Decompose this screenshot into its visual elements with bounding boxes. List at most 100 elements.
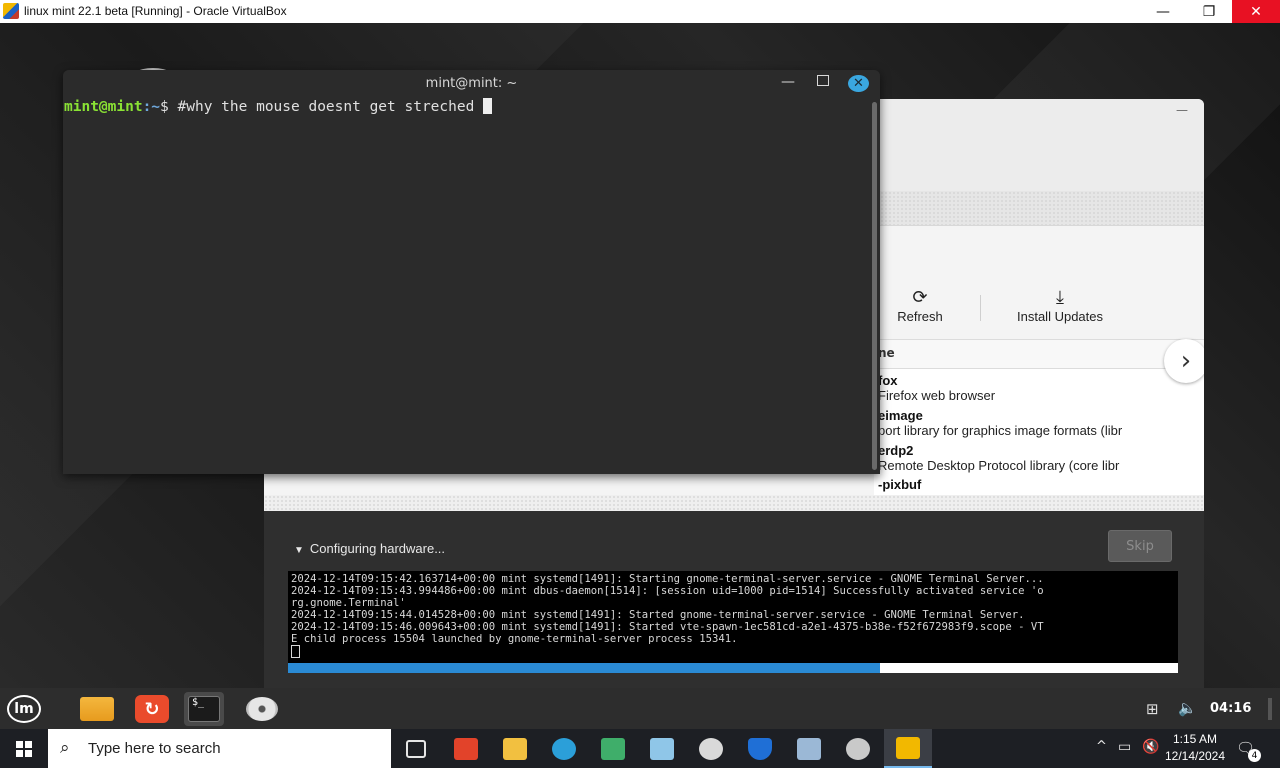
panel-edge	[1268, 698, 1272, 720]
taskbar-date: 12/14/2024	[1164, 749, 1226, 763]
search-icon: ⌕	[60, 738, 70, 758]
gitlab-icon	[454, 737, 478, 760]
terminal-cursor	[483, 98, 493, 114]
folder-icon	[80, 697, 114, 721]
terminal-title: mint@mint: ~	[425, 76, 518, 91]
virtualbox-icon	[3, 3, 19, 19]
terminal-launcher[interactable]: $_	[184, 692, 224, 726]
taskbar-app-paint[interactable]	[834, 729, 882, 768]
list-item[interactable]: eimage port library for graphics image f…	[878, 408, 1204, 438]
taskbar-app-remote-desktop[interactable]	[785, 729, 833, 768]
refresh-button[interactable]: ⟳ Refresh	[886, 287, 954, 324]
mint-menu-button[interactable]: lm	[4, 692, 44, 726]
taskbar-app-file-explorer[interactable]	[491, 729, 539, 768]
folder-icon	[503, 737, 527, 760]
prompt-colon-path: :~	[142, 99, 161, 115]
tray-chevron-up-icon[interactable]: ^	[1096, 739, 1107, 754]
windows-logo-icon	[16, 740, 32, 757]
package-description: Firefox web browser	[878, 388, 996, 403]
log-line: 2024-12-14T09:15:43.994486+00:00 mint db…	[291, 585, 1044, 597]
terminal-maximize-button[interactable]	[817, 75, 829, 86]
task-view-icon	[406, 739, 426, 758]
volume-icon[interactable]: 🔈	[1178, 699, 1197, 717]
guest-desktop: — ⟳ Refresh ⤓ Install Updates ne fox Fir…	[0, 23, 1280, 688]
network-icon[interactable]: ⊞	[1146, 700, 1159, 718]
next-arrow-button[interactable]: ›	[1164, 339, 1204, 383]
package-name: eimage	[878, 408, 923, 423]
chevron-right-icon: ›	[1180, 346, 1192, 376]
expander-triangle-icon: ▼	[294, 545, 304, 556]
ball-icon	[699, 737, 723, 760]
taskbar-app-ball[interactable]	[687, 729, 735, 768]
guest-clock[interactable]: 04:16	[1210, 701, 1251, 716]
taskbar-app-visual-studio[interactable]	[589, 729, 637, 768]
log-line: E child process 15504 launched by gnome-…	[291, 633, 738, 645]
package-name: fox	[878, 373, 898, 388]
virtualbox-icon	[896, 736, 920, 759]
list-item[interactable]: fox Firefox web browser	[878, 373, 1204, 403]
terminal-scroll-thumb[interactable]	[872, 102, 877, 470]
taskbar-app-gitlab[interactable]	[442, 729, 490, 768]
start-button[interactable]	[0, 729, 48, 768]
installer-progress-panel: ▼ Configuring hardware... Skip 2024-12-14…	[264, 511, 1204, 688]
terminal-body[interactable]: mint@mint:~$ #why the mouse doesnt get s…	[63, 98, 869, 474]
install-progress-bar	[288, 663, 1178, 673]
visual-studio-icon	[601, 737, 625, 760]
tray-network-icon[interactable]: ▭	[1118, 739, 1131, 755]
taskbar-search[interactable]: ⌕ Type here to search	[48, 729, 391, 768]
flameshot-icon: ↻	[135, 695, 169, 723]
install-updates-label: Install Updates	[1017, 309, 1103, 324]
terminal-scrollbar[interactable]	[869, 98, 880, 474]
host-minimize-button[interactable]: —	[1140, 0, 1186, 23]
prompt-user: mint@mint	[64, 99, 143, 115]
taskbar-app-notepad[interactable]	[638, 729, 686, 768]
terminal-close-button[interactable]: ✕	[848, 75, 869, 92]
search-placeholder: Type here to search	[88, 740, 221, 757]
log-line: 2024-12-14T09:15:44.014528+00:00 mint sy…	[291, 609, 1025, 621]
taskbar-app-edge[interactable]	[540, 729, 588, 768]
terminal-command-line[interactable]: mint@mint:~$ #why the mouse doesnt get s…	[64, 98, 493, 115]
mint-panel: lm ↻ $_ ⊞ 🔈 04:16	[0, 688, 1280, 729]
terminal-icon: $_	[188, 696, 220, 722]
files-launcher[interactable]	[77, 692, 117, 726]
disc-launcher[interactable]	[242, 692, 282, 726]
install-progress-fill	[288, 663, 880, 673]
update-manager-minimize-button[interactable]: —	[1176, 103, 1188, 117]
refresh-label: Refresh	[897, 309, 943, 324]
update-list[interactable]: fox Firefox web browser eimage port libr…	[874, 369, 1204, 495]
disc-icon	[246, 697, 278, 721]
host-window-title: linux mint 22.1 beta [Running] - Oracle …	[24, 4, 287, 18]
package-description: port library for graphics image formats …	[878, 423, 1123, 438]
terminal-window[interactable]: mint@mint: ~ — ✕ mint@mint:~$ #why the m…	[63, 70, 880, 474]
column-header-name[interactable]: ne	[878, 346, 895, 360]
host-close-button[interactable]: ✕	[1232, 0, 1280, 23]
list-item[interactable]: -pixbuf	[878, 477, 1204, 492]
package-name: erdp2	[878, 443, 914, 458]
toolbar-divider	[980, 295, 981, 321]
list-item[interactable]: erdp2 Remote Desktop Protocol library (c…	[878, 443, 1204, 473]
installer-status[interactable]: ▼ Configuring hardware...	[294, 541, 445, 556]
package-description: Remote Desktop Protocol library (core li…	[878, 458, 1120, 473]
terminal-titlebar[interactable]: mint@mint: ~ — ✕	[63, 70, 880, 98]
host-titlebar: linux mint 22.1 beta [Running] - Oracle …	[0, 0, 1280, 24]
taskbar-time: 1:15 AM	[1172, 732, 1218, 746]
windows-taskbar: ⌕ Type here to search ^ ▭ 🔇 1:15 AM 12/1…	[0, 729, 1280, 768]
taskbar-app-virtualbox[interactable]	[884, 729, 932, 768]
taskbar-app-defender[interactable]	[736, 729, 784, 768]
update-list-header[interactable]: ne	[874, 339, 1204, 369]
prompt-symbol: $	[160, 99, 178, 115]
flameshot-launcher[interactable]: ↻	[132, 692, 172, 726]
notification-count-badge: 4	[1248, 749, 1261, 762]
package-name: -pixbuf	[878, 477, 922, 492]
tray-sound-muted-icon[interactable]: 🔇	[1142, 739, 1159, 755]
terminal-minimize-button[interactable]: —	[781, 74, 795, 90]
mint-logo-icon: lm	[7, 695, 41, 723]
host-restore-button[interactable]: ❐	[1186, 0, 1232, 23]
log-cursor	[291, 645, 300, 658]
log-line: 2024-12-14T09:15:42.163714+00:00 mint sy…	[291, 573, 1044, 585]
skip-button[interactable]: Skip	[1108, 530, 1172, 562]
edge-icon	[552, 737, 576, 760]
task-view-button[interactable]	[392, 729, 440, 768]
install-updates-button[interactable]: ⤓ Install Updates	[996, 287, 1124, 324]
taskbar-clock[interactable]: 1:15 AM 12/14/2024	[1162, 731, 1228, 765]
